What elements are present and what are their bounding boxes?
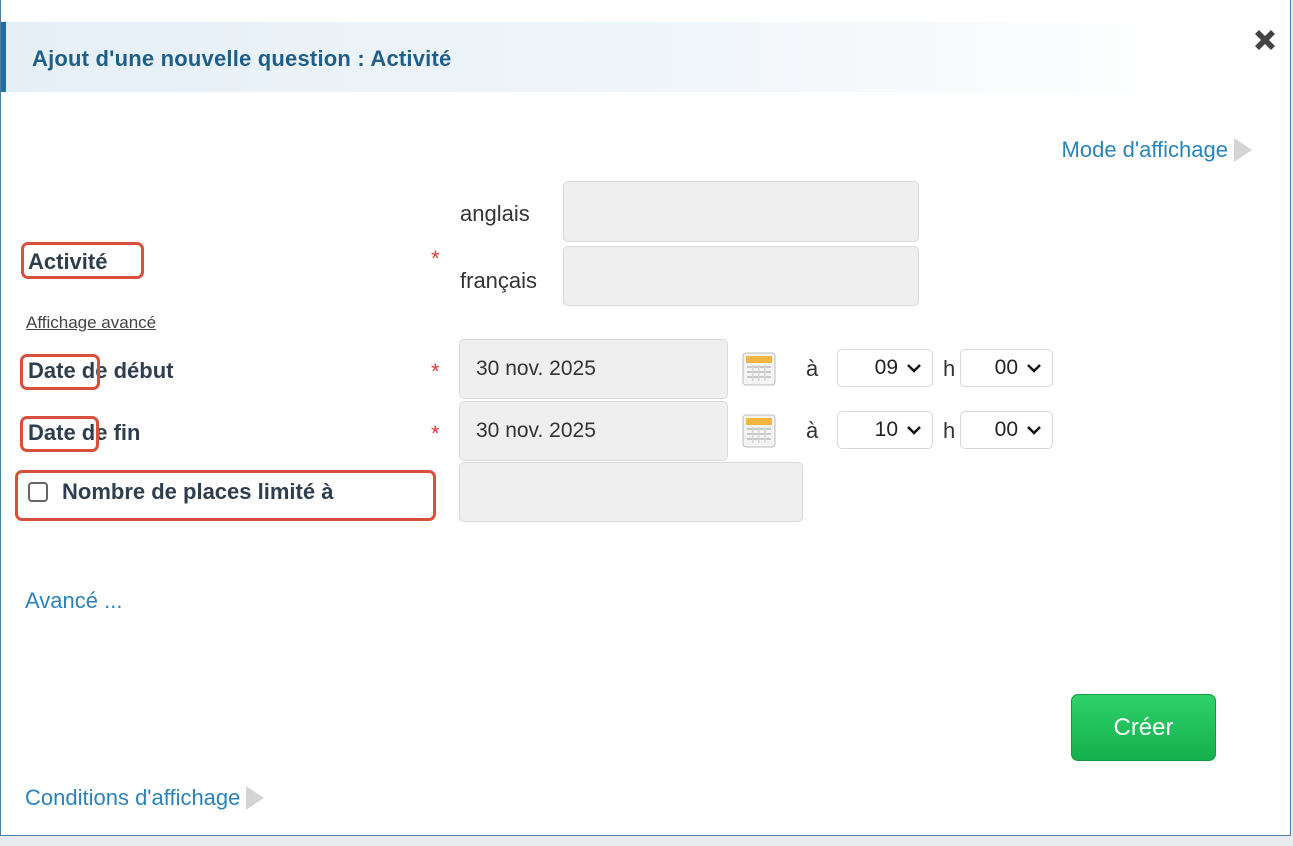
end-at-label: à bbox=[806, 418, 819, 443]
activity-en-input[interactable] bbox=[563, 181, 919, 242]
lang-fr-label: français bbox=[460, 268, 538, 293]
dialog-title: Ajout d'une nouvelle question : Activité bbox=[32, 46, 452, 71]
chevron-down-icon bbox=[1027, 364, 1041, 373]
close-icon[interactable] bbox=[1251, 26, 1279, 54]
places-limit-label: Nombre de places limité à bbox=[62, 479, 334, 504]
places-limit-checkbox[interactable] bbox=[28, 482, 48, 502]
chevron-down-icon bbox=[907, 364, 921, 373]
start-hour-value: 09 bbox=[874, 356, 898, 379]
triangle-right-icon bbox=[246, 786, 265, 810]
end-date-highlight bbox=[20, 416, 99, 452]
start-minute-select[interactable]: 00 bbox=[960, 349, 1053, 387]
start-at-label: à bbox=[806, 356, 819, 381]
display-mode-link[interactable]: Mode d'affichage bbox=[1062, 137, 1252, 163]
create-button[interactable]: Créer bbox=[1071, 694, 1216, 761]
chevron-down-icon bbox=[907, 426, 921, 435]
end-hour-value: 10 bbox=[874, 418, 898, 441]
places-limit-input[interactable] bbox=[459, 462, 803, 522]
start-minute-value: 00 bbox=[994, 356, 1018, 379]
calendar-icon[interactable] bbox=[741, 413, 777, 449]
question-dialog: Ajout d'une nouvelle question : Activité… bbox=[0, 0, 1291, 836]
chevron-down-icon bbox=[1027, 426, 1041, 435]
calendar-icon[interactable] bbox=[741, 351, 777, 387]
dialog-header: Ajout d'une nouvelle question : Activité bbox=[1, 22, 1201, 92]
activity-required-mark: * bbox=[431, 246, 440, 271]
display-mode-label: Mode d'affichage bbox=[1061, 137, 1228, 162]
start-required-mark: * bbox=[431, 359, 440, 384]
advanced-display-link[interactable]: Affichage avancé bbox=[26, 313, 156, 333]
end-minute-select[interactable]: 00 bbox=[960, 411, 1053, 449]
start-hour-select[interactable]: 09 bbox=[837, 349, 933, 387]
end-required-mark: * bbox=[431, 421, 440, 446]
lang-en-label: anglais bbox=[460, 201, 530, 226]
activity-label-highlight bbox=[21, 242, 144, 279]
triangle-right-icon bbox=[1234, 138, 1252, 162]
activity-fr-input[interactable] bbox=[563, 246, 919, 306]
advanced-link[interactable]: Avancé ... bbox=[25, 588, 122, 614]
start-date-highlight bbox=[20, 354, 100, 390]
end-hour-select[interactable]: 10 bbox=[837, 411, 933, 449]
display-conditions-label: Conditions d'affichage bbox=[25, 785, 241, 810]
display-conditions-link[interactable]: Conditions d'affichage bbox=[25, 785, 265, 811]
end-h-label: h bbox=[943, 418, 956, 443]
end-date-input[interactable] bbox=[459, 401, 728, 461]
end-minute-value: 00 bbox=[994, 418, 1018, 441]
start-date-input[interactable] bbox=[459, 339, 728, 399]
start-h-label: h bbox=[943, 356, 956, 381]
